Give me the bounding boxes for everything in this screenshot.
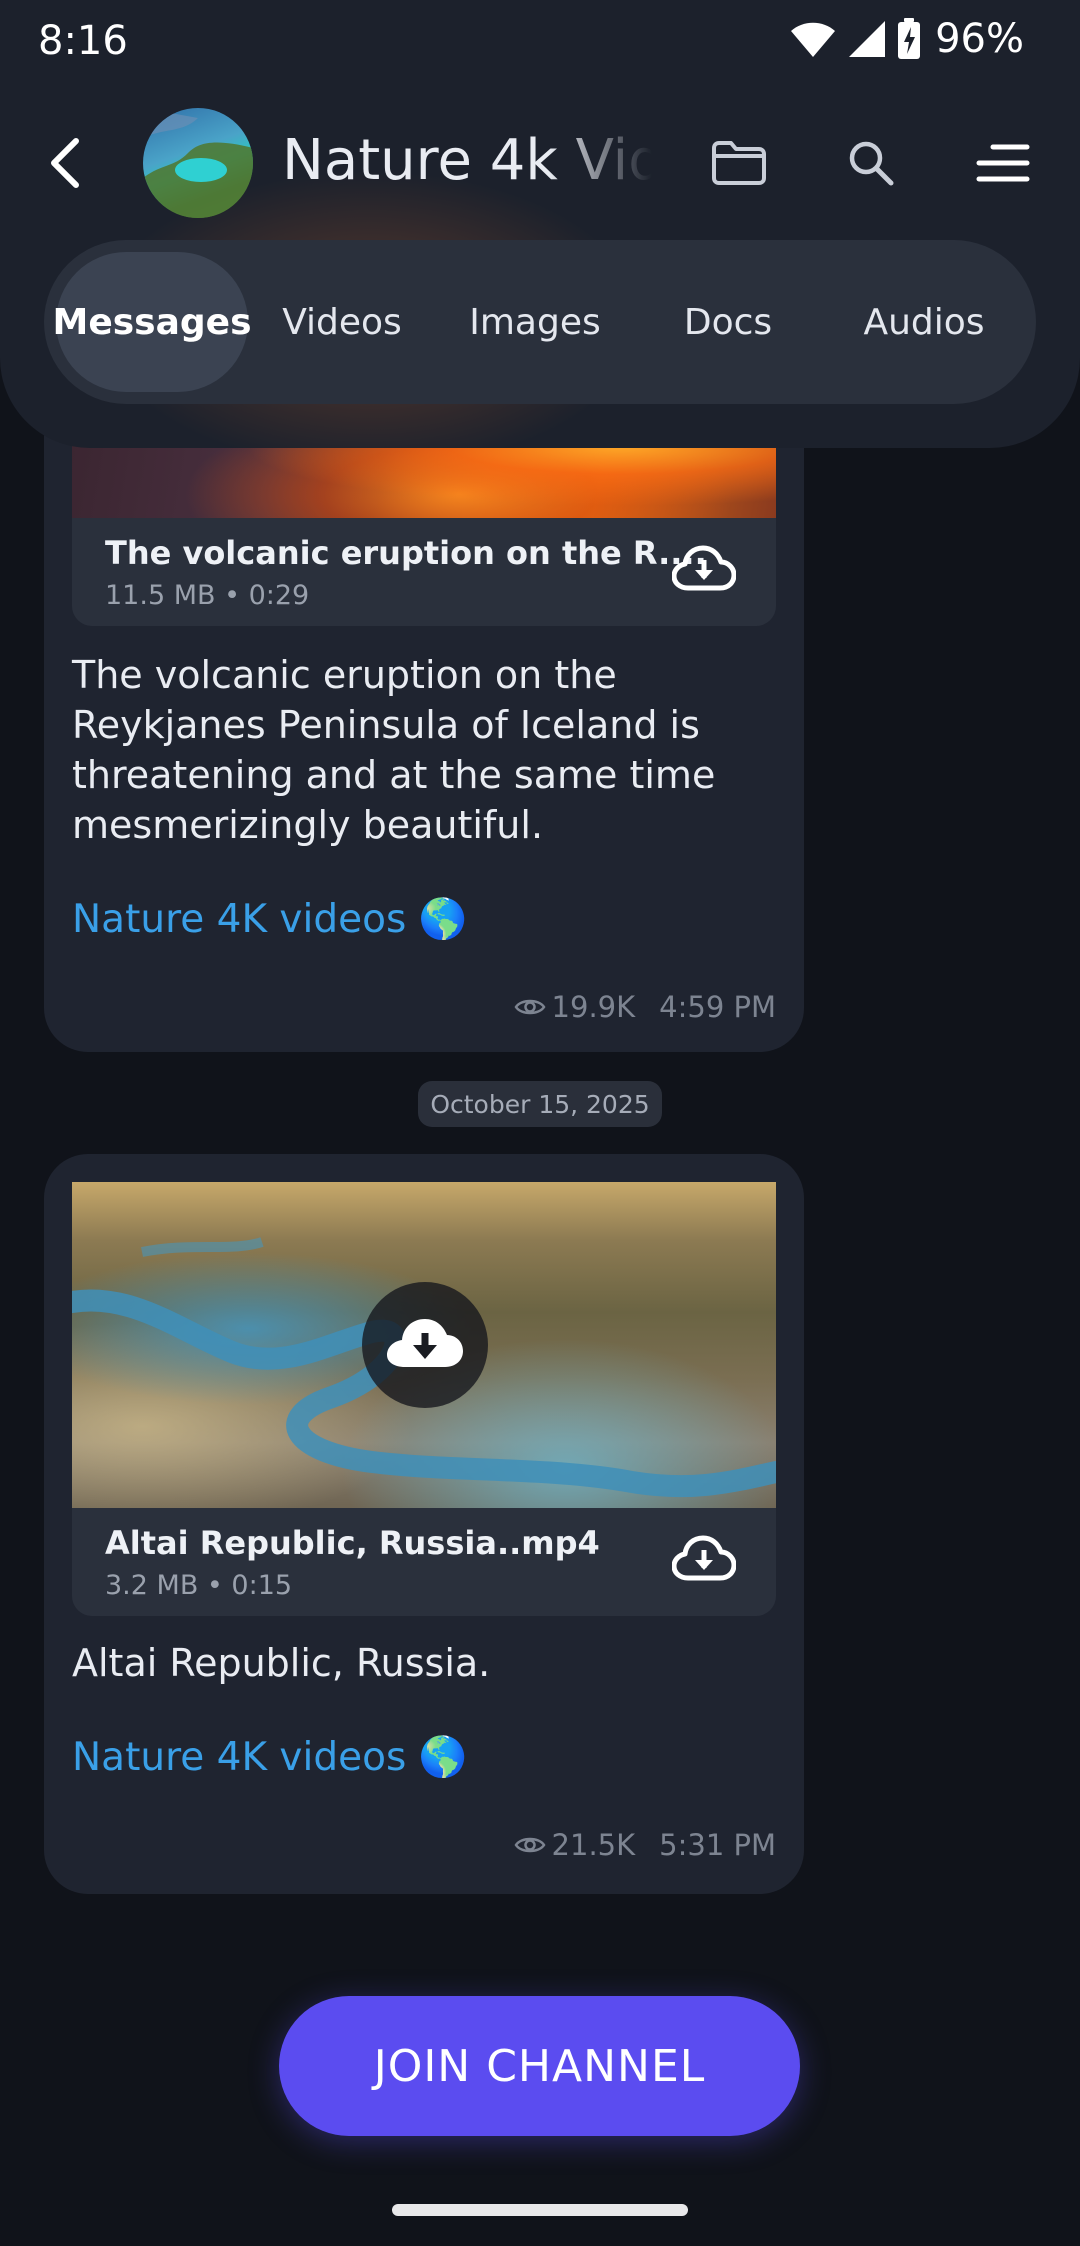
tab-messages[interactable]: Messages [53,252,252,392]
folder-icon [712,141,766,185]
search-icon [849,141,894,186]
battery-percent: 96% [935,16,1024,62]
message-meta: 21.5K 5:31 PM [514,1828,776,1862]
back-button[interactable] [36,128,92,198]
message-caption: Altai Republic, Russia. [72,1641,491,1685]
download-overlay-button[interactable] [362,1282,488,1408]
date-separator: October 15, 2025 [418,1081,662,1127]
message-card: Altai Republic, Russia..mp4 3.2 MB • 0:1… [44,1154,804,1894]
cell-signal-icon [849,21,886,57]
tab-docs[interactable]: Docs [638,252,818,392]
views-count: 19.9K [514,990,636,1024]
cloud-download-icon[interactable] [671,1532,737,1592]
file-name: Altai Republic, Russia..mp4 [105,1524,600,1562]
eye-icon [514,999,546,1015]
screen: The volcanic eruption on the R.... 11.5 … [0,0,1080,2246]
views-count: 21.5K [514,1828,636,1862]
wifi-icon [791,22,836,57]
video-file-row[interactable]: The volcanic eruption on the R.... 11.5 … [72,518,776,626]
join-channel-button[interactable]: JOIN CHANNEL [279,1996,800,2136]
tab-audios[interactable]: Audios [826,252,1022,392]
video-file-row[interactable]: Altai Republic, Russia..mp4 3.2 MB • 0:1… [72,1508,776,1616]
folder-button[interactable] [706,130,772,196]
tab-images[interactable]: Images [440,252,630,392]
cloud-download-icon [387,1319,463,1367]
message-time: 4:59 PM [659,990,776,1024]
file-meta: 3.2 MB • 0:15 [105,1570,293,1601]
channel-link[interactable]: Nature 4K videos 🌎 [72,896,467,942]
views-value: 21.5K [551,1828,636,1862]
status-bar: 8:16 96% [0,0,1080,84]
channel-title[interactable]: Nature 4k Vid [282,128,652,198]
file-name: The volcanic eruption on the R.... [105,534,707,572]
tabs-bar: Messages Videos Images Docs Audios [44,240,1036,404]
file-meta: 11.5 MB • 0:29 [105,580,310,611]
battery-charging-icon [898,18,921,59]
menu-icon [976,144,1030,182]
channel-link[interactable]: Nature 4K videos 🌎 [72,1734,467,1780]
message-meta: 19.9K 4:59 PM [514,990,776,1024]
views-value: 19.9K [551,990,636,1024]
video-thumbnail-river[interactable] [72,1182,776,1508]
status-icons: 96% [789,16,1024,62]
eye-icon [514,1837,546,1853]
status-time: 8:16 [38,18,128,64]
menu-button[interactable] [970,130,1036,196]
app-bar: Nature 4k Vid [0,100,1080,226]
channel-avatar[interactable] [143,108,253,218]
message-card: The volcanic eruption on the R.... 11.5 … [44,360,804,1052]
search-button[interactable] [838,130,904,196]
home-indicator[interactable] [392,2204,688,2216]
tab-videos[interactable]: Videos [252,252,432,392]
message-time: 5:31 PM [659,1828,776,1862]
message-caption: The volcanic eruption on the Reykjanes P… [72,653,716,847]
cloud-download-icon[interactable] [671,542,737,602]
back-arrow-icon [51,138,79,188]
